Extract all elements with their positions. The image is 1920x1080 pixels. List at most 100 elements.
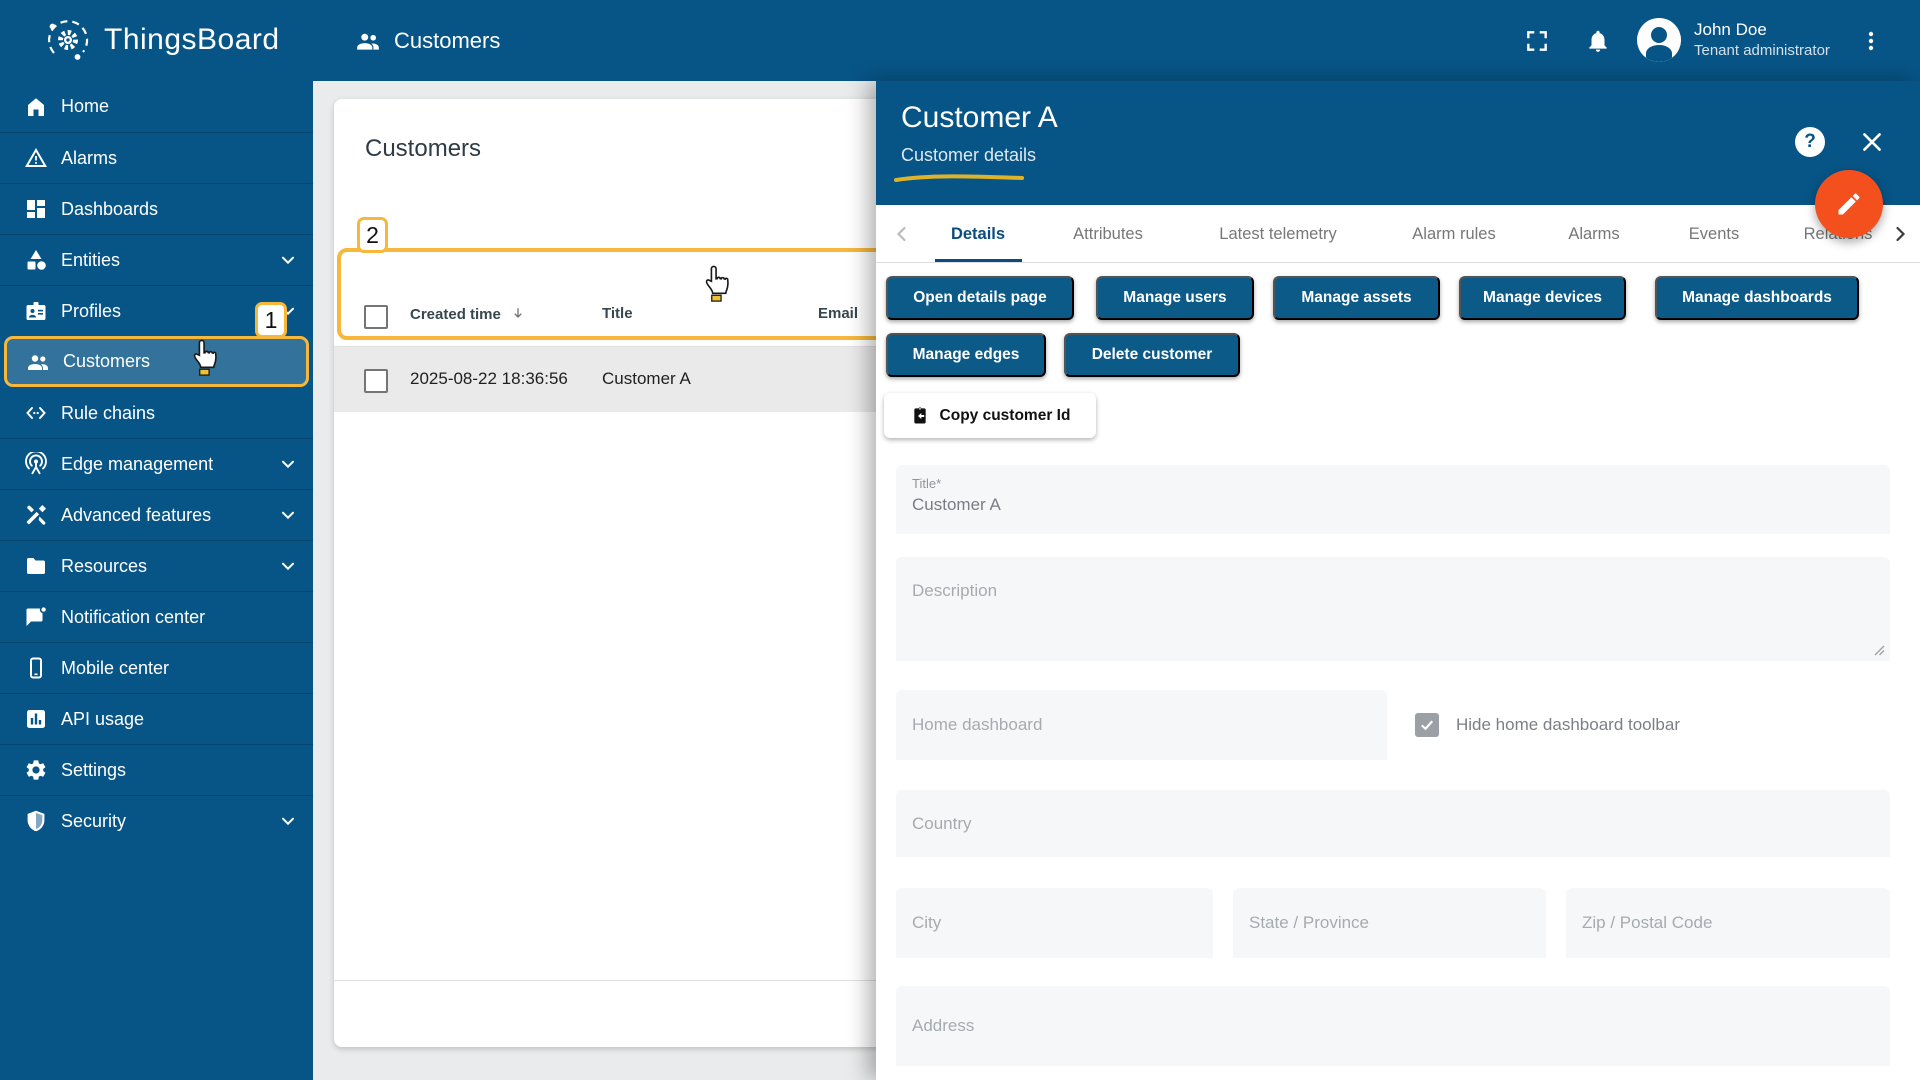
home-icon bbox=[24, 95, 48, 119]
sidebar-item-rule-chains[interactable]: Rule chains bbox=[0, 387, 313, 438]
top-bar: ThingsBoard Customers John Doe Tenant ad… bbox=[0, 0, 1920, 81]
city-field[interactable]: City bbox=[896, 888, 1213, 958]
close-button[interactable] bbox=[1854, 124, 1890, 160]
hide-toolbar-checkbox[interactable] bbox=[1415, 713, 1439, 737]
chevron-down-icon bbox=[277, 453, 299, 475]
brand-name: ThingsBoard bbox=[104, 23, 280, 56]
fullscreen-button[interactable] bbox=[1515, 0, 1559, 81]
tools-icon bbox=[24, 503, 48, 527]
people-icon bbox=[26, 350, 50, 374]
breadcrumb[interactable]: Customers bbox=[355, 0, 500, 81]
kebab-menu-button[interactable] bbox=[1849, 0, 1893, 81]
address-placeholder: Address bbox=[912, 1016, 975, 1035]
row-checkbox[interactable] bbox=[364, 369, 388, 393]
thingsboard-logo-icon bbox=[44, 16, 92, 64]
sidebar-item-customers[interactable]: Customers bbox=[4, 336, 309, 387]
country-field[interactable]: Country bbox=[896, 790, 1890, 857]
app-window: ThingsBoard Customers John Doe Tenant ad… bbox=[0, 0, 1920, 1080]
tabs-scroll-left-button[interactable] bbox=[890, 222, 914, 246]
user-info: John Doe Tenant administrator bbox=[1694, 19, 1830, 61]
manage-edges-button[interactable]: Manage edges bbox=[886, 333, 1046, 377]
chat-notification-icon bbox=[24, 605, 48, 629]
notifications-bell-button[interactable] bbox=[1576, 0, 1620, 81]
tab-events[interactable]: Events bbox=[1689, 205, 1739, 263]
tab-latest-telemetry[interactable]: Latest telemetry bbox=[1219, 205, 1336, 263]
sidebar-item-dashboards[interactable]: Dashboards bbox=[0, 183, 313, 234]
breadcrumb-label: Customers bbox=[394, 27, 501, 53]
chevron-down-icon bbox=[277, 810, 299, 832]
folder-icon bbox=[24, 554, 48, 578]
tab-details[interactable]: Details bbox=[951, 205, 1005, 263]
badge-icon bbox=[24, 299, 48, 323]
hide-toolbar-label: Hide home dashboard toolbar bbox=[1456, 715, 1680, 734]
antenna-icon bbox=[24, 452, 48, 476]
sidebar-item-security[interactable]: Security bbox=[0, 795, 313, 846]
sidebar-item-home[interactable]: Home bbox=[0, 81, 313, 132]
sidebar-item-api-usage[interactable]: API usage bbox=[0, 693, 313, 744]
sidebar-item-resources[interactable]: Resources bbox=[0, 540, 313, 591]
shapes-icon bbox=[24, 248, 48, 272]
resize-grip-icon[interactable] bbox=[1873, 644, 1885, 656]
people-icon bbox=[355, 28, 381, 54]
zip-placeholder: Zip / Postal Code bbox=[1582, 913, 1713, 932]
column-header-title[interactable]: Title bbox=[602, 305, 633, 322]
hide-toolbar-checkbox-row: Hide home dashboard toolbar bbox=[1415, 713, 1680, 737]
annotation-badge-2: 2 bbox=[357, 217, 388, 253]
sidebar-item-advanced-features[interactable]: Advanced features bbox=[0, 489, 313, 540]
customer-details-panel: Customer A Customer details ? Details At… bbox=[876, 81, 1920, 1080]
manage-users-button[interactable]: Manage users bbox=[1096, 276, 1254, 320]
cell-created-time: 2025-08-22 18:36:56 bbox=[410, 369, 568, 388]
address-field[interactable]: Address bbox=[896, 986, 1890, 1066]
city-placeholder: City bbox=[912, 913, 942, 932]
select-all-checkbox[interactable] bbox=[364, 305, 388, 329]
annotation-badge-1: 1 bbox=[255, 302, 287, 338]
sort-arrow-down-icon bbox=[509, 305, 527, 323]
title-field[interactable]: Title* Customer A bbox=[896, 465, 1890, 534]
dashboard-icon bbox=[24, 197, 48, 221]
copy-customer-id-button[interactable]: Copy customer Id bbox=[884, 393, 1096, 438]
sidebar-item-entities[interactable]: Entities bbox=[0, 234, 313, 285]
user-role: Tenant administrator bbox=[1694, 42, 1830, 59]
sidebar-item-mobile-center[interactable]: Mobile center bbox=[0, 642, 313, 693]
smartphone-icon bbox=[24, 656, 48, 680]
user-name: John Doe bbox=[1694, 20, 1767, 39]
panel-tab-bar: Details Attributes Latest telemetry Alar… bbox=[876, 205, 1920, 263]
sidebar-item-edge-management[interactable]: Edge management bbox=[0, 438, 313, 489]
brand[interactable]: ThingsBoard bbox=[44, 16, 280, 64]
cell-title: Customer A bbox=[602, 369, 691, 388]
manage-devices-button[interactable]: Manage devices bbox=[1459, 276, 1626, 320]
tab-alarm-rules[interactable]: Alarm rules bbox=[1412, 205, 1495, 263]
description-field[interactable]: Description bbox=[896, 557, 1890, 661]
sidebar-item-settings[interactable]: Settings bbox=[0, 744, 313, 795]
open-details-page-button[interactable]: Open details page bbox=[886, 276, 1074, 320]
checkmark-icon bbox=[1421, 720, 1434, 731]
home-dashboard-field[interactable]: Home dashboard bbox=[896, 690, 1387, 760]
chevron-down-icon bbox=[277, 555, 299, 577]
tab-alarms[interactable]: Alarms bbox=[1568, 205, 1619, 263]
column-header-created-time[interactable]: Created time bbox=[410, 305, 527, 323]
panel-header: Customer A Customer details ? bbox=[876, 81, 1920, 205]
edit-fab-button[interactable] bbox=[1815, 170, 1883, 238]
sidebar-item-alarms[interactable]: Alarms bbox=[0, 132, 313, 183]
home-dashboard-placeholder: Home dashboard bbox=[912, 715, 1043, 734]
tabs-scroll-right-button[interactable] bbox=[1888, 222, 1912, 246]
tab-attributes[interactable]: Attributes bbox=[1073, 205, 1143, 263]
manage-dashboards-button[interactable]: Manage dashboards bbox=[1655, 276, 1859, 320]
zip-field[interactable]: Zip / Postal Code bbox=[1566, 888, 1890, 958]
sidebar: Home Alarms Dashboards Entities Profiles… bbox=[0, 81, 313, 1080]
user-avatar[interactable] bbox=[1637, 18, 1681, 62]
bar-chart-icon bbox=[24, 707, 48, 731]
column-header-email[interactable]: Email bbox=[818, 305, 858, 322]
table-title: Customers bbox=[365, 135, 482, 162]
pencil-icon bbox=[1838, 193, 1860, 215]
country-placeholder: Country bbox=[912, 813, 972, 833]
panel-title: Customer A bbox=[901, 101, 1058, 134]
rule-chain-icon bbox=[24, 401, 48, 425]
chevron-down-icon bbox=[277, 249, 299, 271]
state-field[interactable]: State / Province bbox=[1233, 888, 1546, 958]
manage-assets-button[interactable]: Manage assets bbox=[1273, 276, 1440, 320]
sidebar-item-notification-center[interactable]: Notification center bbox=[0, 591, 313, 642]
help-button[interactable]: ? bbox=[1792, 124, 1828, 160]
delete-customer-button[interactable]: Delete customer bbox=[1064, 333, 1240, 377]
warning-icon bbox=[24, 146, 48, 170]
